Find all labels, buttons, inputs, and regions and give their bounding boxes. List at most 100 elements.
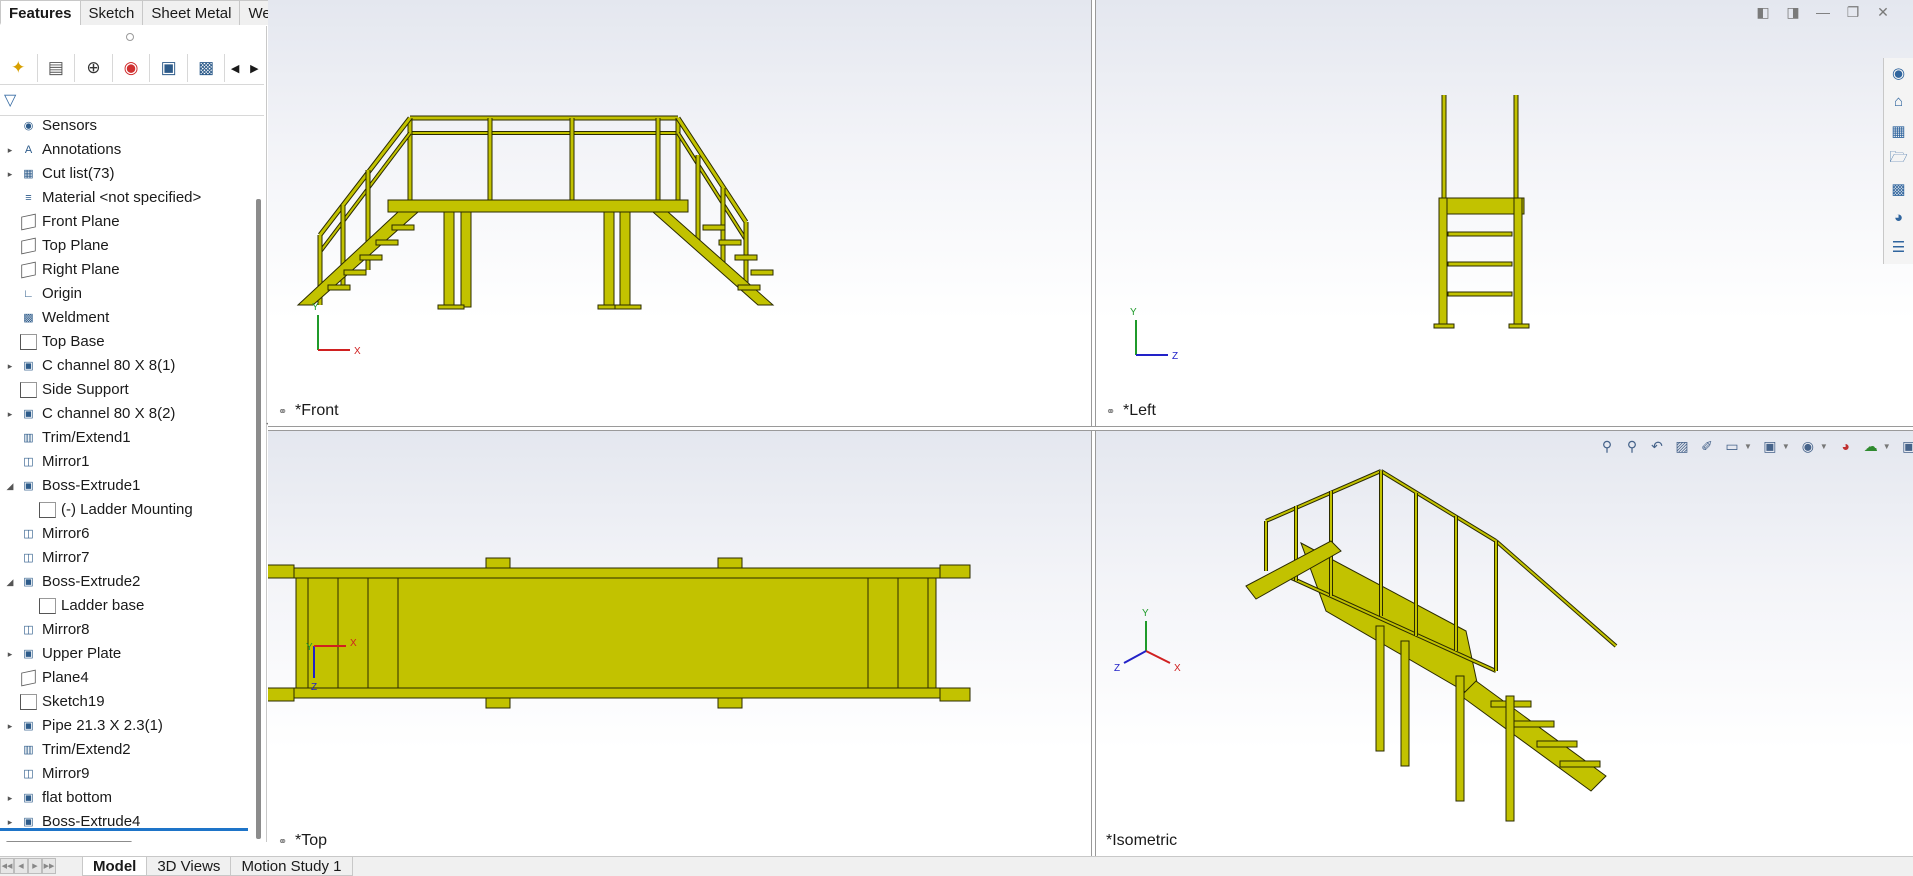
tree-item[interactable]: ◢ ▣ Boss-Extrude2 [0,570,252,594]
tile-left-icon[interactable]: ◧ [1751,4,1775,24]
toolbar-scroll-left-icon[interactable]: ◀ [225,54,244,82]
minimize-icon[interactable]: — [1811,4,1835,24]
zoom-to-area-icon[interactable]: ⚲ [1621,435,1643,457]
panel-grip-icon[interactable] [126,33,134,41]
tree-item[interactable]: Front Plane [0,210,252,234]
solidworks-resources-icon[interactable]: ◉ [1884,58,1913,87]
chevron-right-icon[interactable]: ▸ [4,162,16,186]
tree-item[interactable]: ◫ Mirror8 [0,618,252,642]
feature-manager-tab-icon[interactable]: ✦ [0,54,38,82]
tree-item[interactable]: ◫ Mirror9 [0,762,252,786]
tree-item[interactable]: Side Support [0,378,252,402]
chevron-down-icon[interactable]: ▼ [1883,442,1891,451]
display-manager-tab-icon[interactable]: ▣ [150,54,188,82]
chevron-right-icon[interactable]: ▸ [4,786,16,810]
chevron-right-icon[interactable]: ▸ [4,138,16,162]
tree-item[interactable]: Top Base [0,330,252,354]
tree-filter-input[interactable] [26,88,264,112]
tree-item[interactable]: ▸ ▣ C channel 80 X 8(1) [0,354,252,378]
zoom-to-fit-icon[interactable]: ⚲ [1596,435,1618,457]
chevron-down-icon[interactable]: ▼ [1782,442,1790,451]
dynamic-annotation-icon[interactable]: ✐ [1696,435,1718,457]
tree-item[interactable]: ◫ Mirror1 [0,450,252,474]
view-settings-icon[interactable]: ▣ [1898,435,1913,457]
tab-sketch[interactable]: Sketch [79,0,144,25]
viewport-isometric[interactable]: Y X Z *Isometric [1096,431,1913,856]
tree-item[interactable]: Sketch19 [0,690,252,714]
tree-item[interactable]: ◫ Mirror7 [0,546,252,570]
appearances-scenes-icon[interactable]: ◕ [1884,203,1913,232]
previous-tab-icon[interactable]: ◀ [14,858,28,874]
chevron-down-icon[interactable]: ▼ [1820,442,1828,451]
tree-item[interactable]: ▸ ▣ Upper Plate [0,642,252,666]
viewport-horizontal-splitter[interactable] [268,426,1913,431]
cam-manager-tab-icon[interactable]: ▩ [188,54,226,82]
view-orientation-icon[interactable]: ▭ [1721,435,1743,457]
chevron-right-icon[interactable]: ▸ [4,642,16,666]
tree-item[interactable]: ▸ A Annotations [0,138,252,162]
section-view-icon[interactable]: ▨ [1671,435,1693,457]
previous-view-icon[interactable]: ↶ [1646,435,1668,457]
tree-item[interactable]: ◫ Mirror6 [0,522,252,546]
home-icon[interactable]: ⌂ [1884,87,1913,116]
tree-item[interactable]: ▸ ▣ C channel 80 X 8(2) [0,402,252,426]
link-views-icon[interactable]: ⚭ [1106,401,1120,423]
display-style-icon[interactable]: ▣ [1759,435,1781,457]
tree-item-label: Weldment [42,309,110,326]
tile-right-icon[interactable]: ◨ [1781,4,1805,24]
tree-item[interactable]: ▸ ▣ Pipe 21.3 X 2.3(1) [0,714,252,738]
bottom-tab-motion-study-1[interactable]: Motion Study 1 [230,857,353,876]
tree-item[interactable]: ◢ ▣ Boss-Extrude1 [0,474,252,498]
tree-item[interactable]: (-) Ladder Mounting [0,498,252,522]
tree-item[interactable]: Right Plane [0,258,252,282]
chevron-down-icon[interactable]: ◢ [4,474,16,498]
link-views-icon[interactable]: ⚭ [278,401,292,423]
file-explorer-icon[interactable]: 🗁 [1884,145,1913,174]
tree-item[interactable]: ▸ ▦ Cut list(73) [0,162,252,186]
tree-item[interactable]: Plane4 [0,666,252,690]
chevron-down-icon[interactable]: ◢ [4,570,16,594]
property-manager-tab-icon[interactable]: ▤ [38,54,76,82]
tree-scrollbar-thumb[interactable] [256,199,261,839]
apply-scene-icon[interactable]: ☁ [1860,435,1882,457]
restore-icon[interactable]: ❐ [1841,4,1865,24]
next-tab-icon[interactable]: ▶ [28,858,42,874]
chevron-right-icon[interactable]: ▸ [4,354,16,378]
tree-item[interactable]: ▸ ▣ flat bottom [0,786,252,810]
chevron-right-icon[interactable]: ▸ [4,714,16,738]
chevron-down-icon[interactable]: ▼ [1744,442,1752,451]
toolbar-scroll-right-icon[interactable]: ▶ [245,54,264,82]
edit-appearance-icon[interactable]: ◕ [1835,435,1857,457]
viewport-front[interactable]: Y X ⚭ *Front [268,0,1091,426]
tree-item[interactable]: Top Plane [0,234,252,258]
support-leg [619,211,631,308]
tree-item[interactable]: ▥ Trim/Extend2 [0,738,252,762]
mounting-plate [485,557,511,569]
bottom-tab-model[interactable]: Model [82,857,148,876]
design-library-icon[interactable]: ▦ [1884,116,1913,145]
tab-features[interactable]: Features [0,0,81,25]
tree-item[interactable]: ≡ Material <not specified> [0,186,252,210]
hide-show-items-icon[interactable]: ◉ [1797,435,1819,457]
tree-item[interactable]: ◉ Sensors [0,114,252,138]
tree-horizontal-scrollbar[interactable] [6,841,132,842]
tree-scrollbar[interactable] [253,114,264,839]
first-tab-icon[interactable]: ◀◀ [0,858,14,874]
mounting-plate [717,557,743,569]
close-icon[interactable]: ✕ [1871,4,1895,24]
viewport-left[interactable]: Y Z ⚭ *Left ◧ ◨ — ❐ ✕ ◉ ⌂ ▦ 🗁 ▩ ◕ ☰ [1096,0,1913,426]
appearance-manager-tab-icon[interactable]: ◉ [113,54,151,82]
link-views-icon[interactable]: ⚭ [278,831,292,853]
custom-properties-icon[interactable]: ☰ [1884,232,1913,261]
tree-item[interactable]: ▥ Trim/Extend1 [0,426,252,450]
bottom-tab-3d-views[interactable]: 3D Views [146,857,232,876]
tree-item[interactable]: Ladder base [0,594,252,618]
view-palette-icon[interactable]: ▩ [1884,174,1913,203]
configuration-manager-tab-icon[interactable]: ⊕ [75,54,113,82]
last-tab-icon[interactable]: ▶▶ [42,858,56,874]
tree-item[interactable]: ∟ Origin [0,282,252,306]
chevron-right-icon[interactable]: ▸ [4,402,16,426]
tab-sheet-metal[interactable]: Sheet Metal [142,0,241,25]
tree-item[interactable]: ▩ Weldment [0,306,252,330]
viewport-top[interactable]: Y X Z ⚭ *Top [268,431,1091,856]
